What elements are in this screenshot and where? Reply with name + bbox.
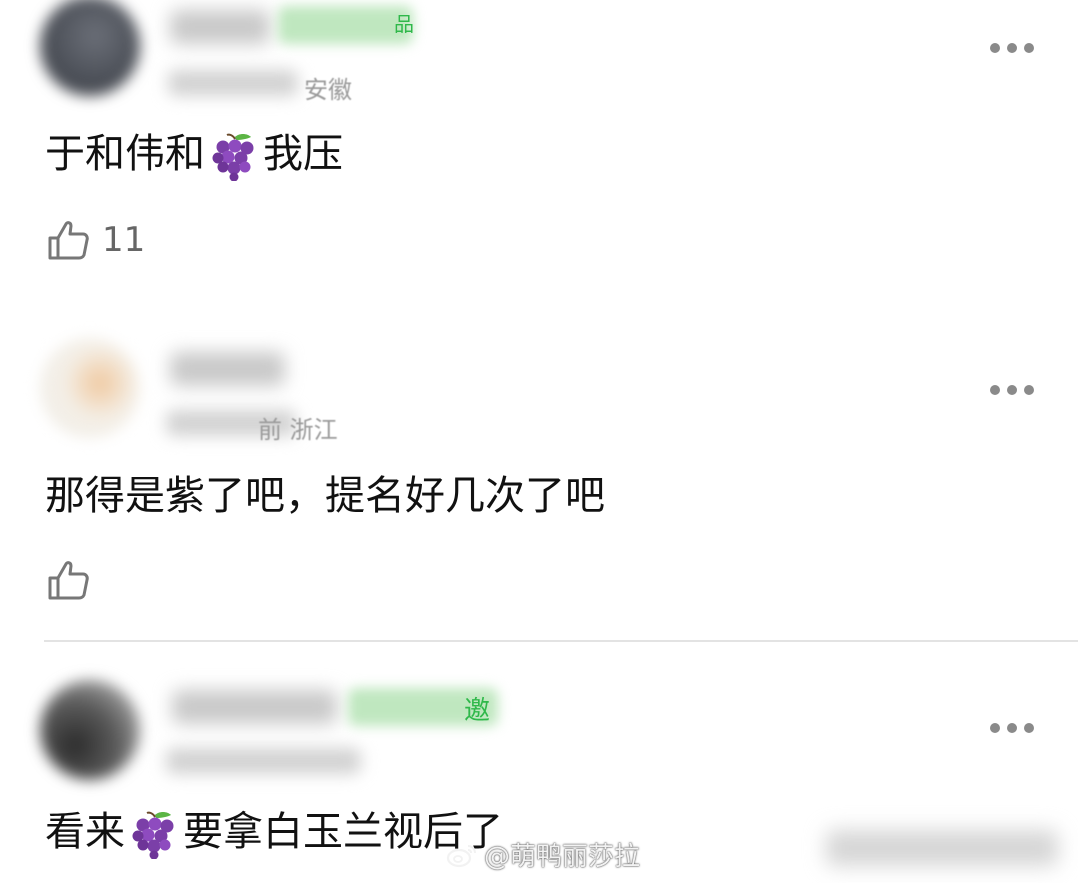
watermark-blurred	[826, 830, 1058, 866]
comment-feed: 品 安徽 于和伟和 我压 11 前 浙江 那得是紫了吧，提名好几次了吧 邀 看来…	[0, 0, 1078, 883]
watermark-label: @萌鸭丽莎拉	[484, 842, 641, 872]
more-options-icon[interactable]	[990, 722, 1034, 734]
comment-text-part: 看来	[45, 809, 125, 855]
weibo-icon	[446, 844, 476, 867]
avatar[interactable]	[40, 680, 140, 780]
watermark: @萌鸭丽莎拉	[446, 836, 640, 873]
user-badge-label: 邀	[464, 696, 491, 726]
username-blurred[interactable]	[172, 690, 337, 724]
comment-meta-blurred	[166, 748, 361, 774]
comment-item: 邀 看来 要拿白玉兰视后了	[0, 0, 1078, 883]
grapes-emoji	[132, 811, 174, 859]
comment-text: 看来 要拿白玉兰视后了	[45, 808, 503, 859]
